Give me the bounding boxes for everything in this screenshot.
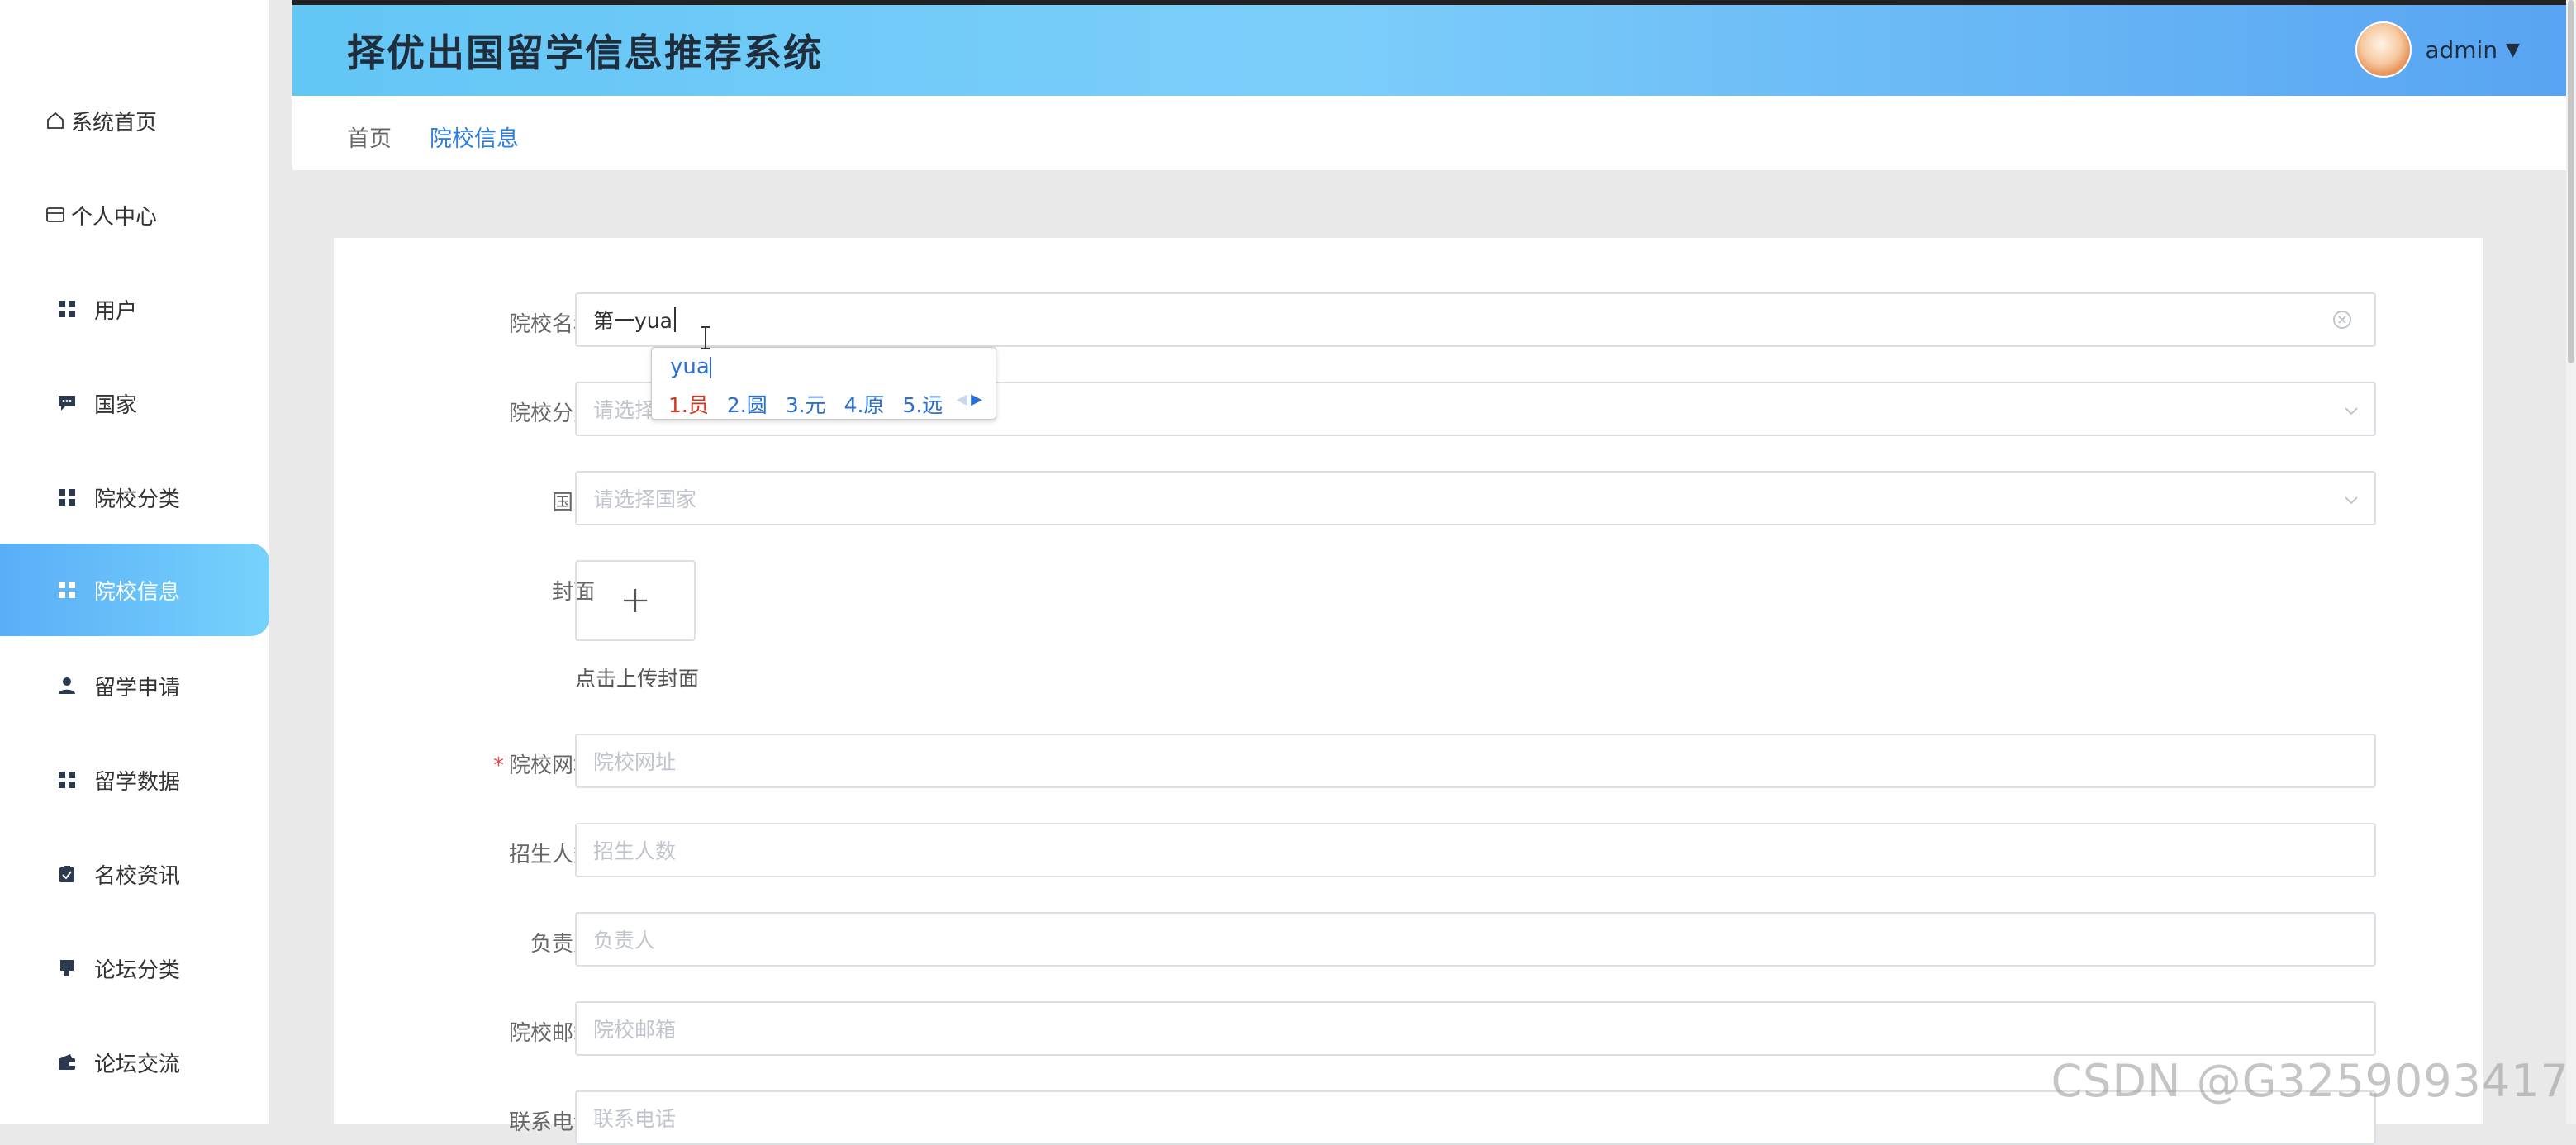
caret-down-icon: ▼ xyxy=(2506,40,2520,60)
sidebar-item-label: 留学数据 xyxy=(94,765,180,796)
app-title: 择优出国留学信息推荐系统 xyxy=(347,23,823,78)
sidebar-item-label: 用户 xyxy=(94,294,137,325)
sidebar-item-label: 名校资讯 xyxy=(94,859,180,890)
ime-candidate-list: 1.员 2.圆 3.元 4.原 5.远 xyxy=(668,389,961,419)
sidebar-item-label: 系统首页 xyxy=(71,106,157,136)
ime-candidate[interactable]: 2.圆 xyxy=(727,389,768,419)
breadcrumb-home[interactable]: 首页 xyxy=(347,121,392,153)
person-icon xyxy=(56,675,78,696)
ime-candidate[interactable]: 3.元 xyxy=(786,389,826,419)
cover-upload-tip: 点击上传封面 xyxy=(575,663,699,692)
user-menu[interactable]: admin ▼ xyxy=(2355,18,2520,81)
clear-icon[interactable] xyxy=(2331,309,2353,330)
sidebar-item-study-apply[interactable]: 留学申请 xyxy=(0,639,269,732)
sidebar-item-label: 论坛分类 xyxy=(94,953,180,984)
ime-candidate[interactable]: 1.员 xyxy=(668,389,709,419)
sidebar-item-school-info[interactable]: 院校信息 xyxy=(0,544,269,636)
ime-candidate[interactable]: 4.原 xyxy=(844,389,885,419)
chat-icon xyxy=(56,392,78,414)
sidebar-item-label: 院校分类 xyxy=(94,482,180,513)
sidebar-item-label: 论坛交流 xyxy=(94,1048,180,1078)
avatar[interactable] xyxy=(2355,21,2412,78)
website-placeholder: 院校网址 xyxy=(593,746,676,776)
school-name-value: 第一yua xyxy=(593,305,673,335)
sidebar-item-news[interactable]: 名校资讯 xyxy=(0,828,269,920)
enrollment-placeholder: 招生人数 xyxy=(593,835,676,865)
sidebar: 系统首页 个人中心 用户 国家 院校分类 院校信息 留学申请 xyxy=(0,0,269,1124)
caret-right-icon[interactable]: ▶ xyxy=(971,391,982,408)
email-input[interactable]: 院校邮箱 xyxy=(575,1001,2376,1056)
grid-icon xyxy=(56,487,78,508)
watermark: CSDN @G3259093417 xyxy=(2051,1055,2569,1107)
caret-left-icon[interactable]: ◀ xyxy=(956,391,967,408)
sidebar-item-users[interactable]: 用户 xyxy=(0,263,269,355)
clipboard-icon xyxy=(56,863,78,885)
breadcrumb-current: 院校信息 xyxy=(430,121,519,153)
sidebar-item-label: 院校信息 xyxy=(94,575,180,606)
card-icon xyxy=(45,204,66,226)
page-scrollbar[interactable] xyxy=(2566,0,2576,1124)
email-placeholder: 院校邮箱 xyxy=(593,1014,676,1043)
phone-placeholder: 联系电话 xyxy=(593,1103,676,1133)
sidebar-item-forum[interactable]: 论坛交流 xyxy=(0,1016,269,1109)
plus-icon xyxy=(620,586,650,615)
school-name-input[interactable]: 第一yua xyxy=(575,292,2376,347)
sidebar-item-home[interactable]: 系统首页 xyxy=(0,74,269,167)
manager-input[interactable]: 负责人 xyxy=(575,912,2376,967)
sidebar-item-study-data[interactable]: 留学数据 xyxy=(0,734,269,826)
breadcrumb: 首页 院校信息 xyxy=(292,96,2566,170)
enrollment-input[interactable]: 招生人数 xyxy=(575,823,2376,877)
ime-composition: yua xyxy=(670,354,711,379)
manager-placeholder: 负责人 xyxy=(593,924,655,954)
wallet-icon xyxy=(56,1052,78,1073)
scrollbar-thumb[interactable] xyxy=(2568,0,2574,363)
website-input[interactable]: 院校网址 xyxy=(575,734,2376,788)
ime-candidate-popup: yua 1.员 2.圆 3.元 4.原 5.远 ◀▶ xyxy=(651,347,996,420)
top-header: 择优出国留学信息推荐系统 admin ▼ xyxy=(292,0,2566,96)
ime-page-arrows[interactable]: ◀▶ xyxy=(956,391,982,408)
grid-icon xyxy=(56,298,78,320)
brush-icon xyxy=(56,957,78,979)
cover-upload-button[interactable] xyxy=(575,560,696,641)
sidebar-item-school-category[interactable]: 院校分类 xyxy=(0,451,269,544)
ibeam-cursor-icon xyxy=(699,325,712,350)
home-icon xyxy=(45,110,66,131)
chevron-down-icon xyxy=(2343,489,2360,506)
grid-icon xyxy=(56,579,78,601)
sidebar-item-label: 留学申请 xyxy=(94,671,180,701)
grid-icon xyxy=(56,769,78,791)
user-name: admin xyxy=(2425,36,2498,64)
text-cursor xyxy=(674,307,676,332)
country-placeholder: 请选择国家 xyxy=(593,483,696,513)
country-select[interactable]: 请选择国家 xyxy=(575,471,2376,525)
sidebar-item-profile[interactable]: 个人中心 xyxy=(0,169,269,261)
chevron-down-icon xyxy=(2343,400,2360,416)
sidebar-item-forum-category[interactable]: 论坛分类 xyxy=(0,922,269,1014)
sidebar-item-label: 个人中心 xyxy=(71,200,157,230)
required-mark: * xyxy=(493,753,504,778)
ime-candidate[interactable]: 5.远 xyxy=(902,389,943,419)
sidebar-item-label: 国家 xyxy=(94,388,137,419)
sidebar-item-country[interactable]: 国家 xyxy=(0,357,269,449)
